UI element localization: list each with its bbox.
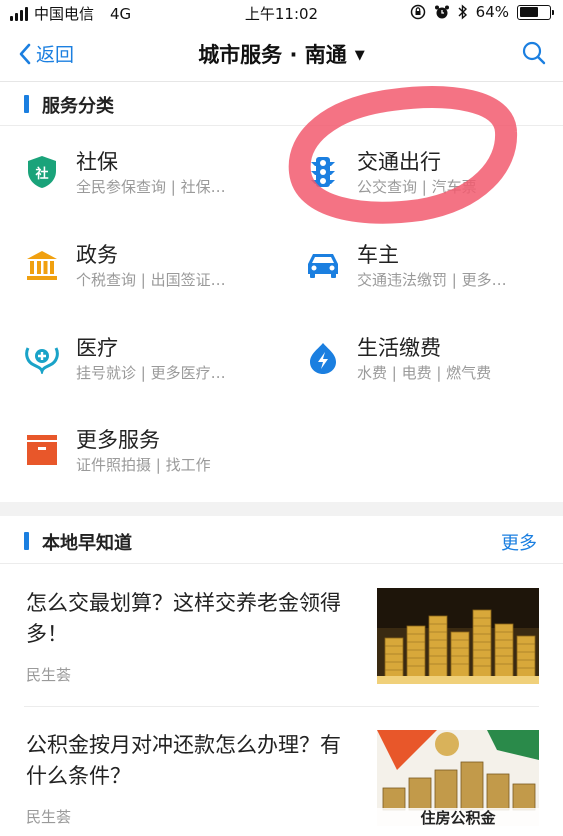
housing-fund-coins-image: 住房公积金 bbox=[377, 730, 539, 826]
service-desc: 个税查询 | 出国签证… bbox=[76, 271, 226, 289]
gold-coins-image bbox=[377, 588, 539, 684]
service-desc: 水费 | 电费 | 燃气费 bbox=[357, 364, 492, 382]
car-icon bbox=[305, 247, 341, 283]
battery-percent: 64% bbox=[475, 3, 509, 21]
status-bar: 中国电信 4G 上午11:02 64% bbox=[0, 0, 563, 26]
box-icon bbox=[24, 432, 60, 468]
section-title: 本地早知道 bbox=[42, 533, 132, 554]
service-desc: 挂号就诊 | 更多医疗… bbox=[76, 364, 226, 382]
article-source: 民生荟 bbox=[26, 808, 72, 826]
battery-icon bbox=[517, 4, 554, 20]
service-name: 政务 bbox=[76, 243, 118, 267]
bluetooth-icon bbox=[458, 4, 467, 20]
page-title: 城市服务 · 南通 bbox=[198, 43, 347, 67]
traffic-light-icon bbox=[305, 154, 341, 190]
service-name: 交通出行 bbox=[357, 150, 441, 174]
section-gap bbox=[0, 502, 563, 516]
service-desc: 公交查询 | 汽车票 bbox=[357, 178, 477, 196]
service-name: 医疗 bbox=[76, 336, 118, 360]
section-marker bbox=[24, 532, 29, 550]
nav-bar: 返回 城市服务 · 南通 ▼ bbox=[0, 26, 563, 82]
service-car-owner[interactable]: 车主 交通违法缴罚 | 更多… bbox=[305, 243, 563, 313]
news-article[interactable]: 怎么交最划算？这样交养老金领得多！ 民生荟 bbox=[0, 588, 563, 728]
service-name: 社保 bbox=[76, 150, 118, 174]
services-section-header: 服务分类 bbox=[0, 82, 563, 126]
divider bbox=[24, 706, 539, 707]
article-title: 怎么交最划算？这样交养老金领得多！ bbox=[26, 591, 341, 646]
service-shebao[interactable]: 社 社保 全民参保查询 | 社保… bbox=[24, 150, 294, 220]
service-transport[interactable]: 交通出行 公交查询 | 汽车票 bbox=[305, 150, 563, 220]
alarm-icon bbox=[434, 5, 449, 19]
service-utilities[interactable]: 生活缴费 水费 | 电费 | 燃气费 bbox=[305, 336, 563, 406]
divider bbox=[0, 563, 563, 564]
news-section-header: 本地早知道 更多 bbox=[0, 519, 563, 563]
service-name: 生活缴费 bbox=[357, 336, 441, 360]
service-government[interactable]: 政务 个税查询 | 出国签证… bbox=[24, 243, 294, 313]
search-button[interactable] bbox=[521, 40, 547, 70]
shield-text: 社 bbox=[34, 166, 48, 182]
service-more[interactable]: 更多服务 证件照拍摄 | 找工作 bbox=[24, 428, 294, 498]
service-desc: 证件照拍摄 | 找工作 bbox=[76, 456, 211, 474]
battery-fill bbox=[519, 7, 539, 17]
lightning-bolt-icon bbox=[305, 340, 341, 376]
status-right: 64% bbox=[410, 3, 554, 21]
thumb-caption: 住房公积金 bbox=[420, 809, 496, 826]
search-icon bbox=[522, 41, 546, 65]
news-article[interactable]: 公积金按月对冲还款怎么办理？有什么条件？ 民生荟 住房公积金 bbox=[0, 730, 563, 836]
article-source: 民生荟 bbox=[26, 666, 72, 684]
service-name: 车主 bbox=[357, 243, 399, 267]
article-title: 公积金按月对冲还款怎么办理？有什么条件？ bbox=[26, 733, 341, 788]
city-selector[interactable]: 城市服务 · 南通 ▼ bbox=[0, 39, 563, 69]
service-medical[interactable]: 医疗 挂号就诊 | 更多医疗… bbox=[24, 336, 294, 406]
section-marker bbox=[24, 95, 29, 113]
service-desc: 交通违法缴罚 | 更多… bbox=[357, 271, 507, 289]
orientation-lock-icon bbox=[410, 4, 425, 20]
caret-down-icon: ▼ bbox=[354, 48, 365, 63]
government-building-icon bbox=[24, 247, 60, 283]
service-name: 更多服务 bbox=[76, 428, 160, 452]
section-title: 服务分类 bbox=[42, 96, 114, 117]
service-desc: 全民参保查询 | 社保… bbox=[76, 178, 226, 196]
stethoscope-icon bbox=[24, 340, 60, 376]
social-security-shield-icon: 社 bbox=[24, 154, 60, 190]
divider bbox=[0, 125, 563, 126]
more-news-link[interactable]: 更多 bbox=[501, 529, 537, 555]
